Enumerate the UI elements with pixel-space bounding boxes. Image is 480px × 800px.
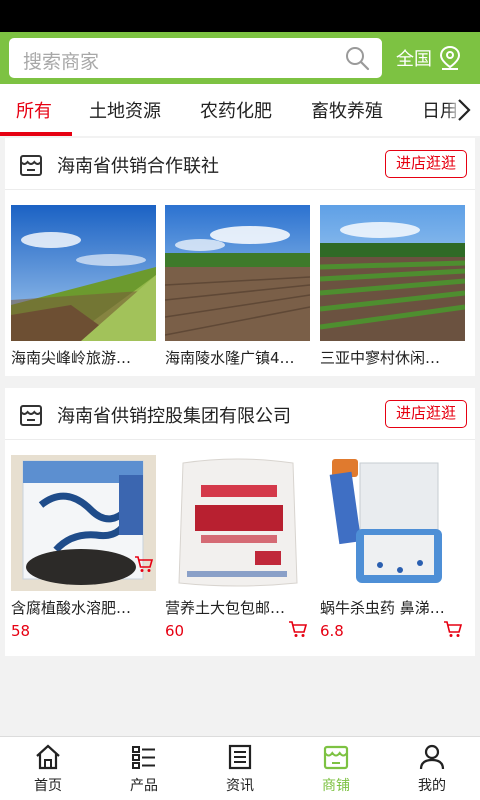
product-card[interactable]: 海南尖峰岭旅游… [11,205,156,368]
pesticide-bottle-photo[interactable] [320,455,465,591]
visit-shop-button[interactable]: 进店逛逛 [385,400,467,428]
product-card[interactable]: 营养土大包包邮… 60 [165,455,310,640]
visit-shop-button[interactable]: 进店逛逛 [385,150,467,178]
tab-land-resources[interactable]: 土地资源 [89,97,161,123]
tab-pesticide-fertilizer[interactable]: 农药化肥 [200,97,272,123]
search-placeholder: 搜索商家 [23,51,100,73]
region-label: 全国 [396,49,432,70]
shop-card: 海南省供销控股集团有限公司 进店逛逛 含腐植酸水溶肥… 58 营养土大包包邮… … [5,388,475,656]
shop-header: 海南省供销合作联社 进店逛逛 [5,138,475,190]
crop-rows-photo[interactable] [320,205,465,341]
shop-header: 海南省供销控股集团有限公司 进店逛逛 [5,388,475,440]
nav-shops[interactable]: 商铺 [306,743,366,795]
location-pin-icon [439,45,461,70]
home-icon [36,744,60,770]
product-card[interactable]: 蜗牛杀虫药 鼻涕… 6.8 [320,455,465,640]
search-box[interactable]: 搜索商家 [9,38,382,78]
cart-icon[interactable] [288,620,308,638]
region-selector[interactable]: 全国 [396,42,462,74]
nav-news[interactable]: 资讯 [210,743,270,795]
tab-all[interactable]: 所有 [16,97,52,123]
nav-label: 产品 [130,778,158,794]
product-price: 58 [11,622,31,640]
product-card[interactable]: 含腐植酸水溶肥… 58 [11,455,156,640]
shop-name: 海南省供销控股集团有限公司 [57,406,291,427]
search-icon[interactable] [344,45,370,71]
active-tab-indicator [0,132,72,136]
user-icon [419,744,445,770]
soil-sack-photo[interactable] [165,455,310,591]
category-tabs: 所有 土地资源 农药化肥 畜牧养殖 日用 [0,84,480,136]
top-header: 搜索商家 全国 [0,32,480,84]
news-icon [228,744,252,770]
cart-icon[interactable] [134,555,154,573]
product-card[interactable]: 三亚中寥村休闲… [320,205,465,368]
nav-label: 首页 [34,778,62,794]
store-icon [20,155,42,176]
shop-name: 海南省供销合作联社 [57,156,219,177]
plowed-field-photo[interactable] [165,205,310,341]
list-icon [132,746,155,769]
bottom-navigation: 首页 产品 资讯 商铺 我的 [0,736,480,800]
shop-icon [323,745,349,770]
product-card[interactable]: 海南陵水隆广镇4… [165,205,310,368]
product-title: 三亚中寥村休闲… [320,349,441,367]
shop-card: 海南省供销合作联社 进店逛逛 海南尖峰岭旅游… 海南陵水隆广镇4… 三亚中寥村休… [5,138,475,376]
nav-label: 我的 [418,778,446,794]
product-title: 营养土大包包邮… [165,599,286,617]
nav-label: 资讯 [226,778,254,794]
product-title: 含腐植酸水溶肥… [11,599,132,617]
nav-label: 商铺 [322,778,350,794]
wheat-field-photo[interactable] [11,205,156,341]
product-title: 海南尖峰岭旅游… [11,349,132,367]
status-bar [0,0,480,32]
store-icon [20,405,42,426]
nav-products[interactable]: 产品 [114,743,174,795]
tab-livestock[interactable]: 畜牧养殖 [311,97,383,123]
nav-mine[interactable]: 我的 [402,743,462,795]
chevron-right-icon[interactable] [456,97,472,123]
product-title: 海南陵水隆广镇4… [165,349,295,367]
product-title: 蜗牛杀虫药 鼻涕… [320,599,445,617]
cart-icon[interactable] [443,620,463,638]
nav-home[interactable]: 首页 [18,743,78,795]
